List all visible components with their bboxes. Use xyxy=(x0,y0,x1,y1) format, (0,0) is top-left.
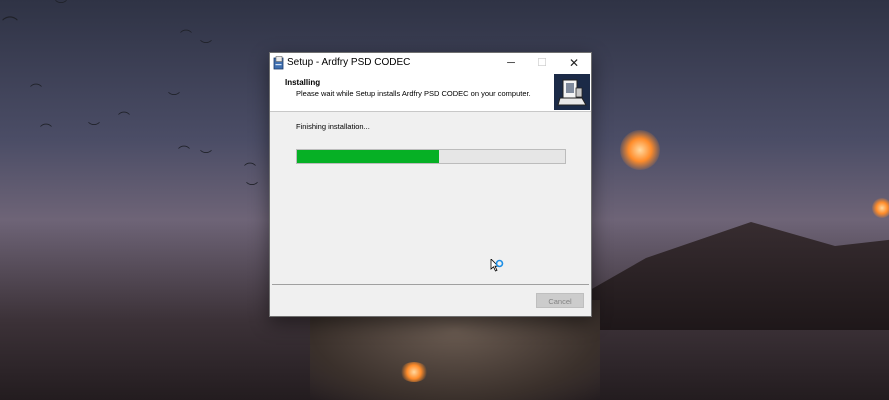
install-progress-bar xyxy=(296,149,566,164)
installer-header-image xyxy=(554,74,590,110)
close-button[interactable]: ✕ xyxy=(559,53,589,74)
ember xyxy=(620,130,660,170)
busy-cursor-icon xyxy=(490,259,504,272)
wizard-header: Installing Please wait while Setup insta… xyxy=(270,74,591,112)
close-icon: ✕ xyxy=(568,56,580,70)
bird-icon: ︶ xyxy=(55,0,68,13)
bird-icon: ⌒ xyxy=(180,29,193,43)
title-bar[interactable]: Setup - Ardfry PSD CODEC ─ ☐ ✕ xyxy=(270,53,591,74)
cancel-button[interactable]: Cancel xyxy=(536,293,584,308)
bird-icon: ︶ xyxy=(168,91,181,105)
setup-window: Setup - Ardfry PSD CODEC ─ ☐ ✕ Installin… xyxy=(269,52,592,317)
footer-divider xyxy=(272,284,589,285)
bird-icon: ⌒ xyxy=(118,111,131,125)
maximize-icon: ☐ xyxy=(537,57,547,69)
header-subtitle: Please wait while Setup installs Ardfry … xyxy=(296,89,531,98)
bird-icon: ⌒ xyxy=(2,17,19,34)
bird-icon: ︶ xyxy=(200,149,213,163)
bird-icon: ⌒ xyxy=(30,83,43,97)
minimize-icon: ─ xyxy=(507,57,515,69)
install-status-text: Finishing installation... xyxy=(296,122,370,131)
minimize-button[interactable]: ─ xyxy=(496,53,526,74)
window-title: Setup - Ardfry PSD CODEC xyxy=(287,57,411,68)
bird-icon: ⌒ xyxy=(40,123,53,137)
setup-app-icon xyxy=(273,56,284,70)
bird-icon: ⌒ xyxy=(178,145,191,159)
bird-icon: ︶ xyxy=(246,181,259,195)
ember xyxy=(400,362,428,382)
bird-icon: ⌒ xyxy=(244,162,257,176)
bird-icon: ︶ xyxy=(88,121,101,135)
progress-fill xyxy=(297,150,440,163)
bird-icon: ︶ xyxy=(200,39,213,53)
ember xyxy=(872,198,889,218)
maximize-button[interactable]: ☐ xyxy=(527,53,557,74)
header-title: Installing xyxy=(285,78,321,87)
